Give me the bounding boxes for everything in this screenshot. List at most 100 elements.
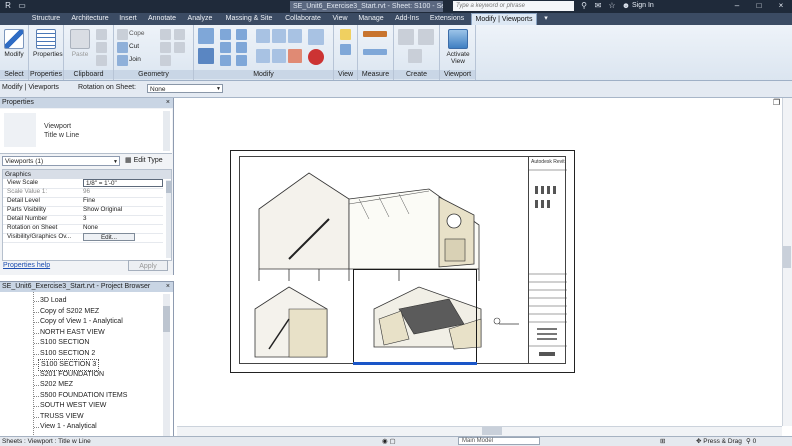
tree-connector-branch [34,301,39,302]
pin-icon[interactable] [272,49,286,63]
tab-analyze[interactable]: Analyze [184,13,216,25]
tab-insert[interactable]: Insert [116,13,140,25]
properties-help-link[interactable]: Properties help [3,262,50,269]
mirror-axis-icon[interactable] [220,42,231,53]
browser-item[interactable]: S100 SECTION [40,338,89,348]
design-options-icon[interactable]: ▢ [389,438,395,445]
properties-button[interactable]: Properties [33,27,63,65]
canvas-vertical-thumb[interactable] [783,246,791,268]
properties-scroll-thumb[interactable] [166,181,171,193]
browser-item[interactable]: NORTH EAST VIEW [40,328,105,338]
delete-icon[interactable] [288,49,302,63]
copy-element-icon[interactable] [220,55,231,66]
paint-icon[interactable] [174,29,185,40]
override-graphics-icon[interactable] [340,44,351,55]
close-icon[interactable]: × [166,282,170,292]
cut-icon[interactable] [96,42,107,53]
app-menu-icon[interactable]: R [2,1,14,11]
rotation-select[interactable]: None ▼ [147,84,223,93]
quick-access-open-icon[interactable]: ▭ [16,1,28,11]
delete-x-icon[interactable] [308,49,324,65]
browser-item[interactable]: S201 FOUNDATION [40,370,104,380]
restore-icon[interactable]: ❐ [773,98,782,107]
scale-icon[interactable] [288,29,302,43]
selected-viewport[interactable] [353,269,477,364]
rotate-icon[interactable] [236,42,247,53]
tab-massing-site[interactable]: Massing & Site [220,13,278,25]
drawing-area[interactable]: Autodesk Revit [177,98,782,426]
browser-item[interactable]: Copy of View 1 - Analytical [40,317,123,327]
copy-icon[interactable] [96,29,107,40]
minimize-icon[interactable]: – [726,0,748,12]
beam-join-icon[interactable] [160,55,171,66]
user-icon[interactable]: ☻ [620,1,632,11]
align-icon[interactable] [198,28,214,44]
tab-modify-viewports[interactable]: Modify | Viewports [471,13,537,25]
browser-item[interactable]: SOUTH WEST VIEW [40,401,106,411]
browser-item[interactable]: TRUSS VIEW [40,412,84,422]
modify-button[interactable]: Modify [1,27,27,65]
type-selector[interactable]: Viewport Title w Line [0,109,172,154]
offset-icon[interactable] [220,29,231,40]
browser-item[interactable]: 3D Load [40,296,66,306]
mirror-draw-icon[interactable] [236,29,247,40]
browser-item[interactable]: S500 FOUNDATION ITEMS [40,391,127,401]
split-face-icon[interactable] [160,29,171,40]
canvas-horizontal-thumb[interactable] [482,427,502,435]
dimension-icon[interactable] [363,49,387,55]
maximize-icon[interactable]: □ [748,0,770,12]
browser-item[interactable]: S202 MEZ [40,380,73,390]
split-icon[interactable] [256,29,270,43]
array-icon[interactable] [256,49,270,63]
tab-view[interactable]: View [329,13,351,25]
browser-item[interactable]: View 1 - Analytical [40,422,97,432]
move-icon[interactable] [198,48,214,64]
type-selector-scrollbar[interactable] [163,111,170,151]
close-icon[interactable]: × [770,0,792,12]
tab-manage[interactable]: Manage [355,13,387,25]
tab-architecture[interactable]: Architecture [68,13,112,25]
tab-structure[interactable]: Structure [28,13,64,25]
create-assembly-icon[interactable] [408,49,422,63]
tab-add-ins[interactable]: Add-Ins [391,13,423,25]
browser-item[interactable]: S100 SECTION 2 [40,349,95,359]
wall-joins-icon[interactable] [160,42,171,53]
create-parts-icon[interactable] [398,29,414,45]
type-name: Title w Line [44,132,80,139]
browser-item[interactable]: Copy of S202 MEZ [40,307,99,317]
unpin-icon[interactable] [308,29,324,45]
ribbon-toggle-icon[interactable]: ▾ [540,13,552,25]
close-icon[interactable]: × [166,98,170,108]
create-group-icon[interactable] [418,29,434,45]
active-model-select[interactable]: Main Model [458,437,540,445]
demolish-icon[interactable] [174,42,185,53]
match-type-icon[interactable] [96,55,107,66]
tab-collaborate[interactable]: Collaborate [281,13,325,25]
paste-button[interactable]: Paste [67,27,93,65]
sign-in-link[interactable]: Sign In [632,1,654,11]
apply-button[interactable]: Apply [128,260,168,271]
cut-button[interactable]: Cut [129,42,139,52]
cope-button[interactable]: Cope [129,29,145,39]
split-gap-icon[interactable] [272,29,286,43]
trim-icon[interactable] [236,55,247,66]
measure-icon[interactable] [363,31,387,37]
group-graphics[interactable]: Graphics [3,170,171,179]
browser-scroll-thumb[interactable] [163,306,170,332]
subscription-icon[interactable]: ✉ [592,1,604,11]
edit-type-button[interactable]: ▦ Edit Type [125,156,163,166]
canvas-horizontal-scrollbar[interactable] [177,426,782,436]
join-button[interactable]: Join [129,55,141,65]
tab-annotate[interactable]: Annotate [144,13,180,25]
communication-icon[interactable]: ☆ [606,1,618,11]
instance-filter-select[interactable]: Viewports (1) ▼ [2,156,120,166]
edit-visibility-button[interactable]: Edit... [83,233,135,241]
instance-row: Viewports (1) ▼ ▦ Edit Type [0,155,172,167]
prop-row-visibility-graphics[interactable]: Visibility/Graphics Ov... Edit... [3,233,163,243]
tree-connector-branch [34,311,39,313]
search-input[interactable]: Type a keyword or phrase [453,1,574,11]
lightbulb-icon[interactable] [340,29,351,40]
activate-view-button[interactable]: Activate View [445,27,471,65]
tab-extensions[interactable]: Extensions [427,13,467,25]
search-icon[interactable]: ⚲ [578,1,590,11]
